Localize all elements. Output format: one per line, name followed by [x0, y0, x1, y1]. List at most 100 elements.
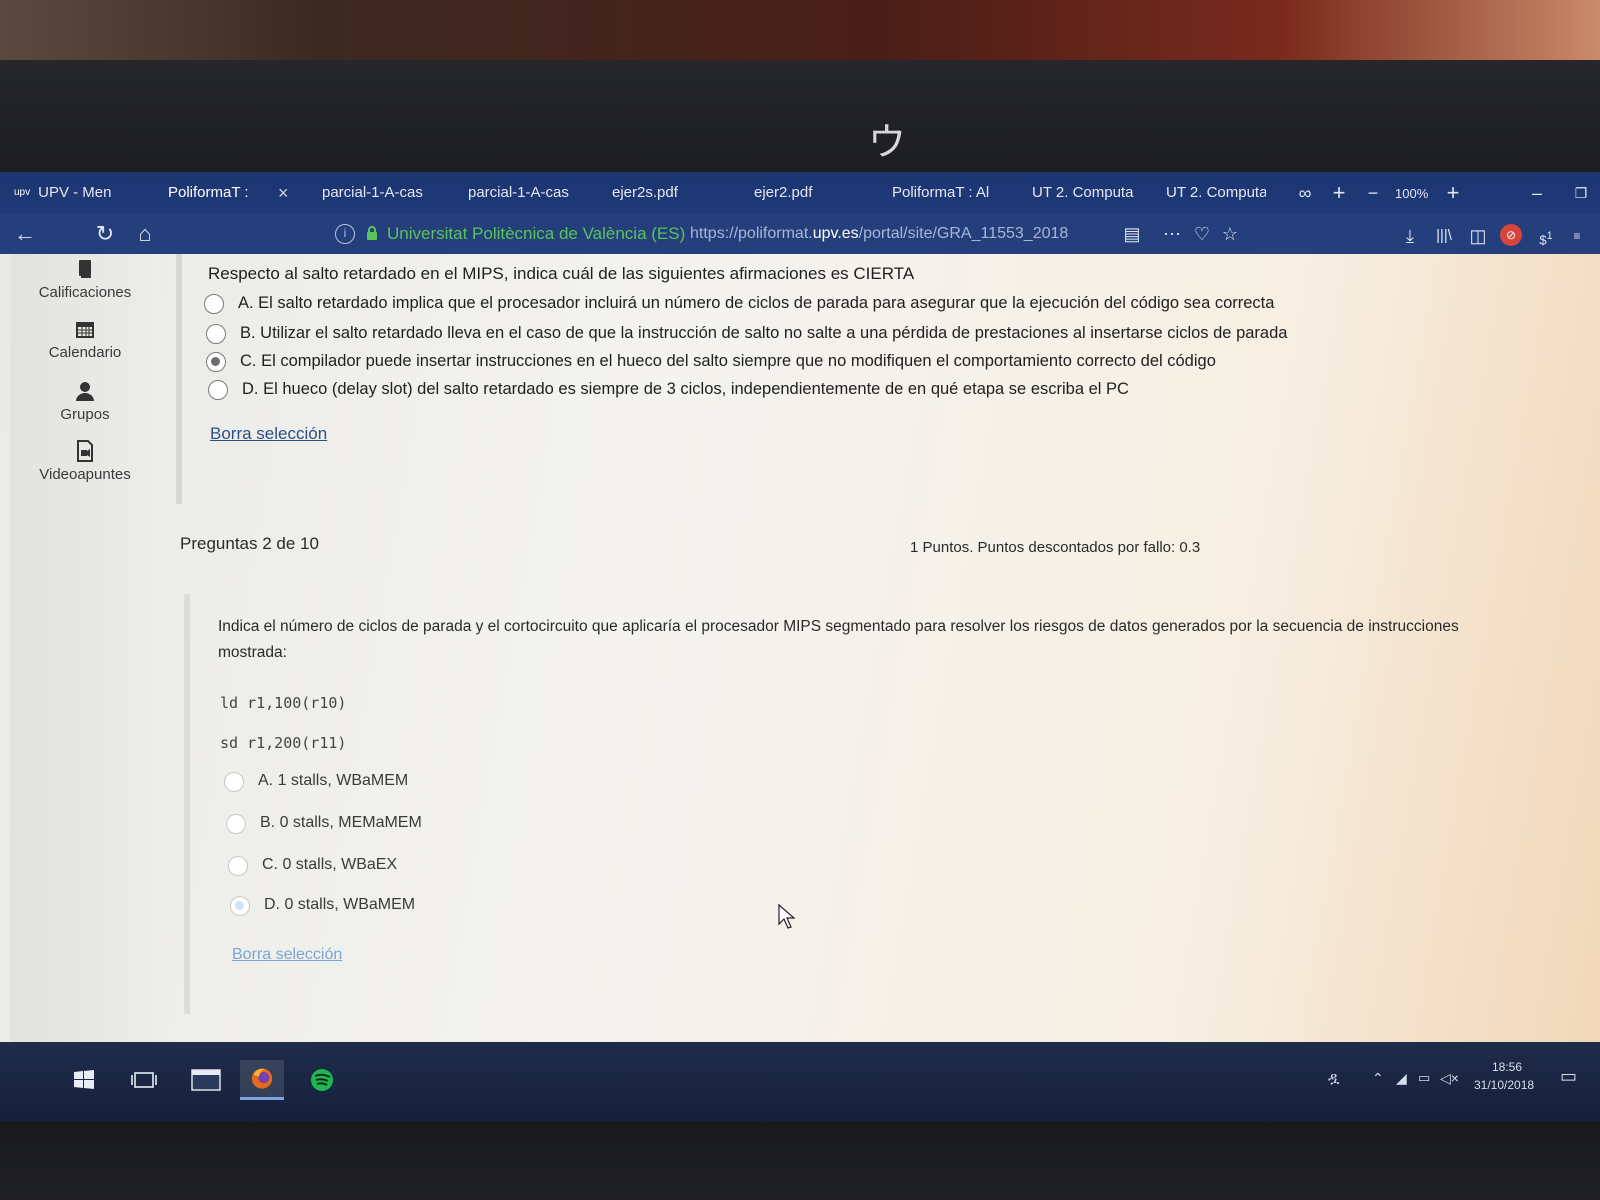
- firefox-icon[interactable]: [240, 1060, 284, 1100]
- sidebar-item-label: Videoapuntes: [39, 466, 131, 483]
- sidebar: Calificaciones Calendario Grupos Videoap…: [10, 254, 160, 1042]
- url-prefix: https://poliformat.: [690, 225, 813, 242]
- sidebar-item-calificaciones[interactable]: Calificaciones: [10, 258, 160, 301]
- radio-button[interactable]: [206, 324, 226, 344]
- bezel-sticker-icon: ウ: [868, 120, 907, 164]
- wifi-icon[interactable]: ◢: [1396, 1070, 1407, 1087]
- code-line: sd r1,200(r11): [220, 734, 347, 752]
- sidebar-item-label: Calificaciones: [38, 284, 132, 301]
- new-tab-button[interactable]: +: [1326, 181, 1352, 205]
- minimize-icon[interactable]: –: [1524, 181, 1550, 205]
- clock-date[interactable]: 31/10/2018: [1474, 1078, 1534, 1092]
- url-text[interactable]: https://poliformat.upv.es/portal/site/GR…: [690, 223, 1090, 245]
- tab-poliformat[interactable]: PoliformaT :: [168, 180, 260, 206]
- upv-favicon-icon: upv: [14, 187, 31, 198]
- sidebar-item-label: Calendario: [48, 344, 122, 361]
- option-text: B. Utilizar el salto retardado lleva en …: [240, 324, 1288, 342]
- bookmark-star-icon[interactable]: ☆: [1218, 222, 1242, 246]
- q2-clear-selection-link[interactable]: Borra selección: [232, 946, 342, 964]
- info-icon[interactable]: i: [335, 224, 355, 244]
- tab-poliformat-al[interactable]: PoliformaT : Al: [892, 180, 1006, 206]
- volume-muted-icon[interactable]: ◁×: [1440, 1070, 1459, 1087]
- tab-upv[interactable]: upv UPV - Men: [14, 180, 142, 206]
- video-doc-icon: [77, 440, 93, 462]
- option-text: D. 0 stalls, WBaMEM: [264, 896, 416, 913]
- tab-label: ejer2s.pdf: [612, 184, 678, 201]
- question-2-stem: Indica el número de ciclos de parada y e…: [218, 618, 1459, 661]
- lock-icon: [367, 226, 377, 240]
- url-bar[interactable]: i Universitat Politècnica de València (E…: [325, 220, 1460, 250]
- reader-view-icon[interactable]: ▤: [1120, 222, 1144, 246]
- tab-ejer2s[interactable]: ejer2s.pdf: [612, 180, 722, 206]
- tab-label: UPV - Men: [38, 184, 112, 201]
- page-content: Calificaciones Calendario Grupos Videoap…: [0, 254, 1600, 1042]
- option-text: A. El salto retardado implica que el pro…: [238, 294, 1275, 312]
- tab-label: UT 2. Computa: [1166, 184, 1266, 201]
- download-icon[interactable]: ⤓: [1398, 224, 1422, 248]
- radio-button[interactable]: [226, 814, 246, 834]
- tray-expand-icon[interactable]: ⌃: [1372, 1070, 1384, 1087]
- action-center-icon[interactable]: ▭: [1560, 1066, 1577, 1087]
- question-points: 1 Puntos. Puntos descontados por fallo: …: [910, 539, 1201, 556]
- tab-close-icon[interactable]: ×: [278, 180, 289, 206]
- question-1: Respecto al salto retardado en el MIPS, …: [178, 254, 1578, 484]
- extension-icon[interactable]: $1: [1532, 224, 1560, 252]
- radio-button-selected[interactable]: [206, 352, 226, 372]
- tab-ejer2[interactable]: ejer2.pdf: [754, 180, 864, 206]
- tab-parcial-1[interactable]: parcial-1-A-cas: [322, 180, 440, 206]
- clock-time[interactable]: 18:56: [1492, 1060, 1522, 1074]
- radio-button[interactable]: [228, 856, 248, 876]
- sidebar-item-videoapuntes[interactable]: Videoapuntes: [10, 440, 160, 483]
- q1-clear-selection-link[interactable]: Borra selección: [210, 424, 327, 444]
- monitor-bezel-top: [0, 60, 1600, 180]
- library-icon[interactable]: |||\: [1432, 224, 1456, 248]
- tab-ut2-b[interactable]: UT 2. Computa: [1166, 180, 1266, 206]
- screen: upv UPV - Men PoliformaT : × parcial-1-A-…: [0, 172, 1600, 1122]
- tab-label: ejer2.pdf: [754, 184, 813, 201]
- zoom-out-icon[interactable]: −: [1360, 181, 1386, 205]
- tab-overflow-icon[interactable]: ∞: [1292, 181, 1318, 205]
- sidebar-item-calendario[interactable]: Calendario: [10, 318, 160, 361]
- question-counter: Preguntas 2 de 10: [180, 534, 319, 553]
- pocket-icon[interactable]: ♡: [1190, 222, 1214, 246]
- tab-label: PoliformaT : Al: [892, 184, 990, 201]
- menu-icon[interactable]: ≡: [1566, 224, 1588, 248]
- zoom-level[interactable]: 100%: [1395, 186, 1428, 201]
- radio-button-selected[interactable]: [230, 896, 250, 916]
- code-line: ld r1,100(r10): [220, 694, 347, 712]
- sidebar-item-label: Grupos: [60, 406, 110, 423]
- question-divider: [184, 594, 190, 1014]
- tab-label: parcial-1-A-cas: [322, 184, 423, 201]
- page-actions-icon[interactable]: ⋯: [1160, 222, 1184, 246]
- app-window-icon[interactable]: [184, 1060, 228, 1100]
- tab-parcial-2[interactable]: parcial-1-A-cas: [468, 180, 586, 206]
- tab-strip: upv UPV - Men PoliformaT : × parcial-1-A-…: [0, 172, 1600, 214]
- reload-icon[interactable]: ↻: [90, 219, 120, 249]
- option-text: A. 1 stalls, WBaMEM: [258, 772, 409, 789]
- question-1-stem: Respecto al salto retardado en el MIPS, …: [208, 264, 915, 283]
- back-icon[interactable]: ←: [10, 219, 40, 249]
- radio-button[interactable]: [208, 380, 228, 400]
- site-identity: Universitat Politècnica de València (ES): [387, 224, 686, 243]
- windows-start-icon[interactable]: [62, 1060, 106, 1100]
- home-icon[interactable]: ⌂: [130, 219, 160, 249]
- tab-ut2-a[interactable]: UT 2. Computa: [1032, 180, 1138, 206]
- zoom-in-icon[interactable]: +: [1440, 181, 1466, 205]
- url-path: /portal/site/GRA_11553_2018: [858, 225, 1069, 242]
- monitor-bezel-bottom: [0, 1122, 1600, 1200]
- book-icon: [79, 260, 91, 278]
- restore-icon[interactable]: ❐: [1568, 181, 1594, 205]
- option-text: C. El compilador puede insertar instrucc…: [240, 352, 1216, 370]
- task-view-icon[interactable]: [122, 1060, 166, 1100]
- spotify-icon[interactable]: [300, 1060, 344, 1100]
- mouse-cursor-icon: [778, 904, 796, 929]
- adblock-icon[interactable]: ⊘: [1500, 224, 1522, 246]
- radio-button[interactable]: [204, 294, 224, 314]
- sidebar-item-grupos[interactable]: Grupos: [10, 380, 160, 423]
- user-icon: [76, 382, 94, 401]
- people-icon[interactable]: ዷ: [1328, 1070, 1339, 1087]
- notification-count: 1: [1546, 230, 1553, 242]
- sidebar-toggle-icon[interactable]: ◫: [1466, 224, 1490, 248]
- battery-icon[interactable]: ▭: [1418, 1070, 1430, 1086]
- radio-button[interactable]: [224, 772, 244, 792]
